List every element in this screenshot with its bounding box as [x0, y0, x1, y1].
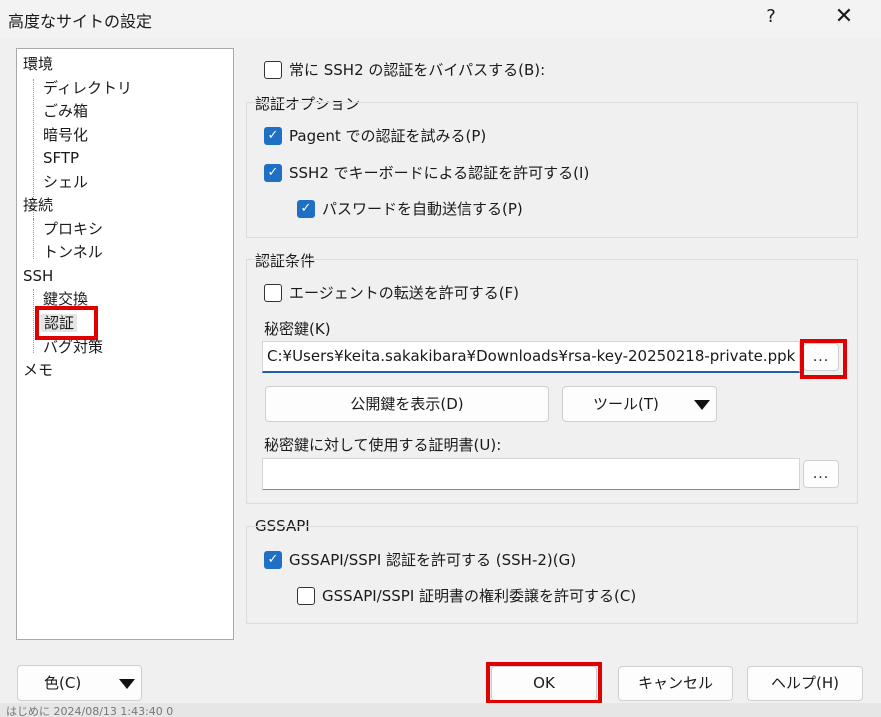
button-label: 公開鍵を表示(D)	[350, 395, 464, 413]
tree-item-memo[interactable]: メモ	[23, 359, 53, 381]
color-dropdown-button[interactable]: 色(C)	[17, 665, 142, 701]
show-public-key-button[interactable]: 公開鍵を表示(D)	[265, 386, 549, 422]
gssapi-allow-checkbox[interactable]: ✓ GSSAPI/SSPI 認証を許可する (SSH-2)(G)	[264, 549, 576, 570]
checkbox-label: GSSAPI/SSPI 証明書の権利委譲を許可する(C)	[322, 587, 637, 605]
checkbox-label: 常に SSH2 の認証をバイパスする(B):	[289, 61, 546, 79]
certificate-input[interactable]	[262, 458, 800, 490]
window-title: 高度なサイトの設定	[8, 12, 153, 31]
tree-item-label: SFTP	[43, 149, 80, 167]
background-text: はじめに 2024/08/13 1:43:40 0	[6, 705, 174, 717]
title-bar: 高度なサイトの設定 ? ✕	[0, 0, 881, 38]
highlight-frame	[800, 339, 847, 379]
tree-item-proxy[interactable]: プロキシ	[43, 218, 103, 240]
highlight-frame	[486, 662, 602, 704]
checkmark-icon: ✓	[264, 126, 282, 145]
tools-dropdown-button[interactable]: ツール(T)	[562, 386, 717, 422]
tree-item-trash[interactable]: ごみ箱	[43, 100, 88, 122]
tree-item-encryption[interactable]: 暗号化	[43, 124, 88, 146]
checkbox-label: エージェントの転送を許可する(F)	[289, 284, 520, 302]
button-label: ツール(T)	[593, 395, 659, 413]
agent-forward-checkbox[interactable]: エージェントの転送を許可する(F)	[264, 282, 519, 303]
tree-item-sftp[interactable]: SFTP	[43, 147, 79, 169]
help-button[interactable]: ヘルプ(H)	[747, 666, 863, 701]
settings-tree[interactable]: 環境 ディレクトリ ごみ箱 暗号化 SFTP シェル 接続 プロキシ トンネル …	[16, 48, 234, 640]
tree-item-ssh[interactable]: SSH	[23, 265, 53, 287]
button-label: ヘルプ(H)	[771, 674, 839, 692]
checkmark-icon: ✓	[264, 550, 282, 569]
tree-item-shell[interactable]: シェル	[43, 171, 88, 193]
tree-item-environment[interactable]: 環境	[23, 53, 53, 75]
checkbox-label: パスワードを自動送信する(P)	[322, 200, 523, 218]
background-window-strip: はじめに 2024/08/13 1:43:40 0	[0, 703, 881, 717]
cancel-button[interactable]: キャンセル	[618, 666, 733, 701]
close-icon[interactable]: ✕	[826, 2, 862, 32]
checkbox-label: SSH2 でキーボードによる認証を許可する(I)	[289, 164, 590, 182]
tree-item-label: シェル	[43, 173, 89, 191]
tree-item-label: プロキシ	[43, 220, 104, 238]
tree-item-directory[interactable]: ディレクトリ	[43, 77, 132, 99]
certificate-label: 秘密鍵に対して使用する証明書(U):	[264, 436, 502, 454]
gssapi-delegate-checkbox[interactable]: GSSAPI/SSPI 証明書の権利委譲を許可する(C)	[297, 585, 636, 606]
tree-item-label: ディレクトリ	[43, 79, 132, 97]
tree-item-label: 暗号化	[43, 126, 89, 144]
tree-item-label: ごみ箱	[43, 102, 89, 120]
tree-connector	[33, 289, 34, 353]
pagent-checkbox[interactable]: ✓ Pagent での認証を試みる(P)	[264, 125, 486, 146]
chevron-down-icon	[119, 679, 135, 689]
tree-item-label: 環境	[23, 55, 54, 73]
checkmark-icon: ✓	[297, 199, 315, 218]
tree-connector	[33, 219, 34, 259]
tree-item-tunnel[interactable]: トンネル	[43, 241, 103, 263]
tree-item-label: バグ対策	[43, 338, 104, 356]
help-icon[interactable]: ?	[757, 3, 785, 31]
private-key-label: 秘密鍵(K)	[264, 320, 331, 338]
button-label: 色(C)	[44, 674, 82, 692]
auto-send-password-checkbox[interactable]: ✓ パスワードを自動送信する(P)	[297, 198, 523, 219]
tree-item-label: 接続	[23, 196, 54, 214]
checkmark-icon: ✓	[264, 163, 282, 182]
highlight-frame	[35, 306, 98, 340]
certificate-browse-button[interactable]: ...	[803, 460, 839, 488]
checkbox-box	[264, 283, 282, 302]
tree-item-label: トンネル	[43, 243, 103, 261]
tree-item-label: SSH	[23, 267, 54, 285]
checkbox-label: GSSAPI/SSPI 認証を許可する (SSH-2)(G)	[289, 551, 577, 569]
button-label: ...	[812, 466, 830, 482]
bypass-auth-checkbox[interactable]: 常に SSH2 の認証をバイパスする(B):	[264, 59, 545, 80]
tree-item-label: メモ	[23, 361, 54, 379]
keyboard-auth-checkbox[interactable]: ✓ SSH2 でキーボードによる認証を許可する(I)	[264, 162, 589, 183]
button-label: キャンセル	[637, 674, 713, 692]
private-key-input[interactable]: C:¥Users¥keita.sakakibara¥Downloads¥rsa-…	[262, 341, 800, 373]
checkbox-box	[297, 586, 315, 605]
checkbox-box	[264, 60, 282, 79]
tree-item-connection[interactable]: 接続	[23, 194, 53, 216]
checkbox-label: Pagent での認証を試みる(P)	[289, 127, 487, 145]
chevron-down-icon	[694, 400, 710, 410]
gssapi-group	[246, 526, 858, 624]
